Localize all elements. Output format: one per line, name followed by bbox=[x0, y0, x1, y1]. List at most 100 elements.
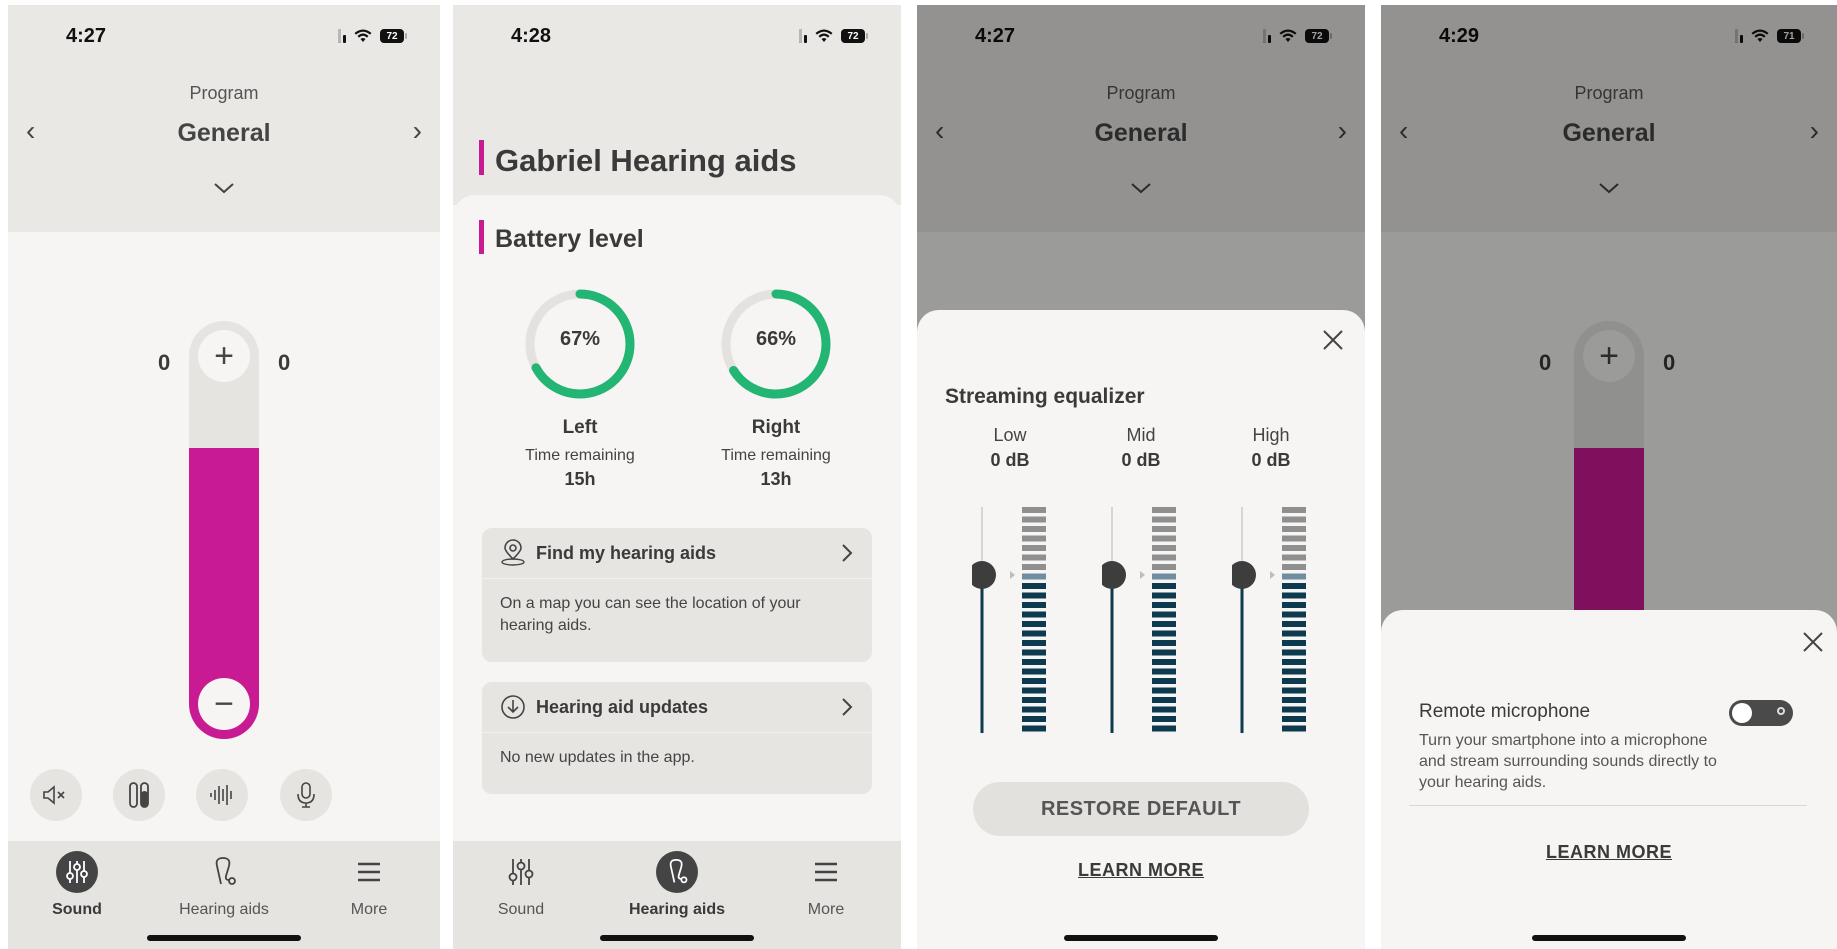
chevron-down-icon[interactable] bbox=[8, 181, 440, 200]
eq-segment bbox=[1022, 611, 1046, 618]
eq-segment bbox=[1282, 630, 1306, 637]
tab-sound[interactable]: Sound bbox=[8, 847, 147, 919]
eq-segment bbox=[1282, 535, 1306, 542]
left-volume-value: 0 bbox=[158, 350, 171, 375]
right-time-label: Time remaining bbox=[721, 447, 831, 464]
learn-more-link[interactable]: LEARN MORE bbox=[1381, 842, 1837, 863]
tab-sound-label: Sound bbox=[52, 901, 102, 918]
microphone-button[interactable] bbox=[280, 769, 332, 821]
volume-down-button[interactable]: − bbox=[198, 678, 250, 730]
band-high-slider[interactable] bbox=[1228, 505, 1322, 735]
eq-segment bbox=[1152, 678, 1176, 684]
find-title: Find my hearing aids bbox=[536, 542, 717, 563]
tab-hearing-aids[interactable]: Hearing aids bbox=[154, 847, 294, 919]
remote-microphone-toggle[interactable] bbox=[1729, 700, 1793, 726]
tab-sound-label: Sound bbox=[497, 901, 545, 918]
status-bar: 4:28 72 bbox=[453, 5, 901, 65]
tab-sound[interactable]: Sound bbox=[453, 847, 591, 919]
status-time: 4:27 bbox=[66, 25, 107, 47]
eq-marker-icon bbox=[1010, 571, 1015, 579]
microphone-icon bbox=[297, 782, 315, 808]
left-time-label: Time remaining bbox=[525, 447, 635, 464]
eq-segment bbox=[1152, 621, 1176, 627]
title-accent bbox=[479, 140, 484, 175]
balance-button[interactable] bbox=[113, 769, 165, 821]
eq-segment bbox=[1152, 526, 1176, 532]
eq-segment bbox=[1022, 535, 1046, 542]
volume-up-button[interactable]: + bbox=[198, 330, 250, 382]
volume-slider[interactable]: + − bbox=[189, 321, 259, 739]
eq-thumb bbox=[1098, 561, 1126, 589]
eq-segment bbox=[1282, 659, 1306, 665]
find-hearing-aids-card[interactable]: Find my hearing aids On a map you can se… bbox=[482, 528, 872, 662]
band-high-name: High bbox=[1252, 425, 1290, 445]
eq-segment bbox=[1022, 526, 1046, 532]
band-high: High 0 dB bbox=[1211, 425, 1331, 471]
eq-marker-icon bbox=[1270, 571, 1275, 579]
tab-more-label: More bbox=[350, 901, 388, 918]
chevron-right-icon[interactable]: › bbox=[413, 117, 422, 145]
band-low-slider[interactable] bbox=[968, 505, 1062, 735]
remote-microphone-title: Remote microphone bbox=[1419, 701, 1591, 722]
restore-default-button[interactable]: RESTORE DEFAULT bbox=[973, 782, 1309, 836]
eq-segment bbox=[1022, 592, 1046, 599]
menu-icon bbox=[815, 862, 837, 882]
tab-hearing-aids-label: Hearing aids bbox=[179, 901, 269, 918]
mute-button[interactable] bbox=[30, 769, 82, 821]
eq-segment bbox=[1022, 668, 1046, 675]
chevron-right-icon bbox=[842, 698, 853, 716]
eq-segment bbox=[1282, 697, 1306, 703]
eq-segment bbox=[1022, 630, 1046, 637]
location-pin-icon bbox=[501, 539, 525, 566]
battery-section-title: Battery level bbox=[495, 225, 644, 253]
hearing-aid-updates-card[interactable]: Hearing aid updates No new updates in th… bbox=[482, 682, 872, 794]
eq-segment bbox=[1152, 716, 1176, 722]
eq-segment bbox=[1282, 592, 1306, 599]
tab-hearing-aids-label: Hearing aids bbox=[628, 901, 726, 918]
hearing-aid-icon bbox=[215, 857, 236, 885]
screen-sound: 4:27 72 Program General ‹ › 0 0 + − Soun bbox=[8, 5, 440, 949]
close-icon[interactable] bbox=[1801, 630, 1825, 659]
eq-segment bbox=[1152, 564, 1176, 570]
battery-icon: 72 bbox=[380, 29, 407, 43]
eq-segment bbox=[1282, 611, 1306, 618]
program-header: 4:27 72 Program General ‹ › bbox=[8, 5, 440, 232]
tab-bar: Sound Hearing aids More bbox=[8, 841, 440, 949]
learn-more-link[interactable]: LEARN MORE bbox=[917, 860, 1365, 881]
sliders-icon bbox=[508, 859, 534, 885]
screen-remote-microphone: 4:29 71 Program General ‹ › 0 0 + Remote… bbox=[1381, 5, 1837, 949]
band-mid-slider[interactable] bbox=[1098, 505, 1192, 735]
eq-segment bbox=[1022, 545, 1046, 551]
eq-segment bbox=[1152, 668, 1176, 675]
eq-segment bbox=[1282, 602, 1306, 608]
eq-segment bbox=[1022, 516, 1046, 523]
eq-segment bbox=[1282, 516, 1306, 523]
eq-segment bbox=[1152, 649, 1176, 656]
tab-hearing-aids[interactable]: Hearing aids bbox=[607, 847, 747, 919]
eq-segment bbox=[1022, 659, 1046, 665]
tab-more[interactable]: More bbox=[299, 847, 439, 919]
right-battery-percent: 66% bbox=[755, 328, 797, 350]
eq-segment bbox=[1152, 516, 1176, 523]
eq-segment bbox=[1282, 583, 1306, 589]
right-hours: 13h bbox=[760, 469, 792, 489]
band-high-value: 0 dB bbox=[1251, 450, 1291, 470]
close-icon[interactable] bbox=[1321, 328, 1345, 357]
updates-title: Hearing aid updates bbox=[536, 696, 709, 717]
tab-more[interactable]: More bbox=[756, 847, 896, 919]
left-battery-percent: 67% bbox=[559, 328, 601, 350]
balance-icon bbox=[129, 782, 149, 808]
home-indicator bbox=[1532, 935, 1686, 941]
signal-icon bbox=[338, 29, 346, 43]
chevron-left-icon[interactable]: ‹ bbox=[26, 117, 35, 145]
eq-segment bbox=[1282, 564, 1306, 570]
soundwave-button[interactable] bbox=[196, 769, 248, 821]
eq-segment bbox=[1022, 697, 1046, 703]
eq-segment bbox=[1022, 583, 1046, 589]
eq-segment bbox=[1152, 507, 1176, 513]
eq-segment bbox=[1152, 697, 1176, 703]
band-mid: Mid 0 dB bbox=[1081, 425, 1201, 471]
eq-segment bbox=[1022, 640, 1046, 646]
eq-segment bbox=[1282, 640, 1306, 646]
eq-segment bbox=[1022, 649, 1046, 656]
